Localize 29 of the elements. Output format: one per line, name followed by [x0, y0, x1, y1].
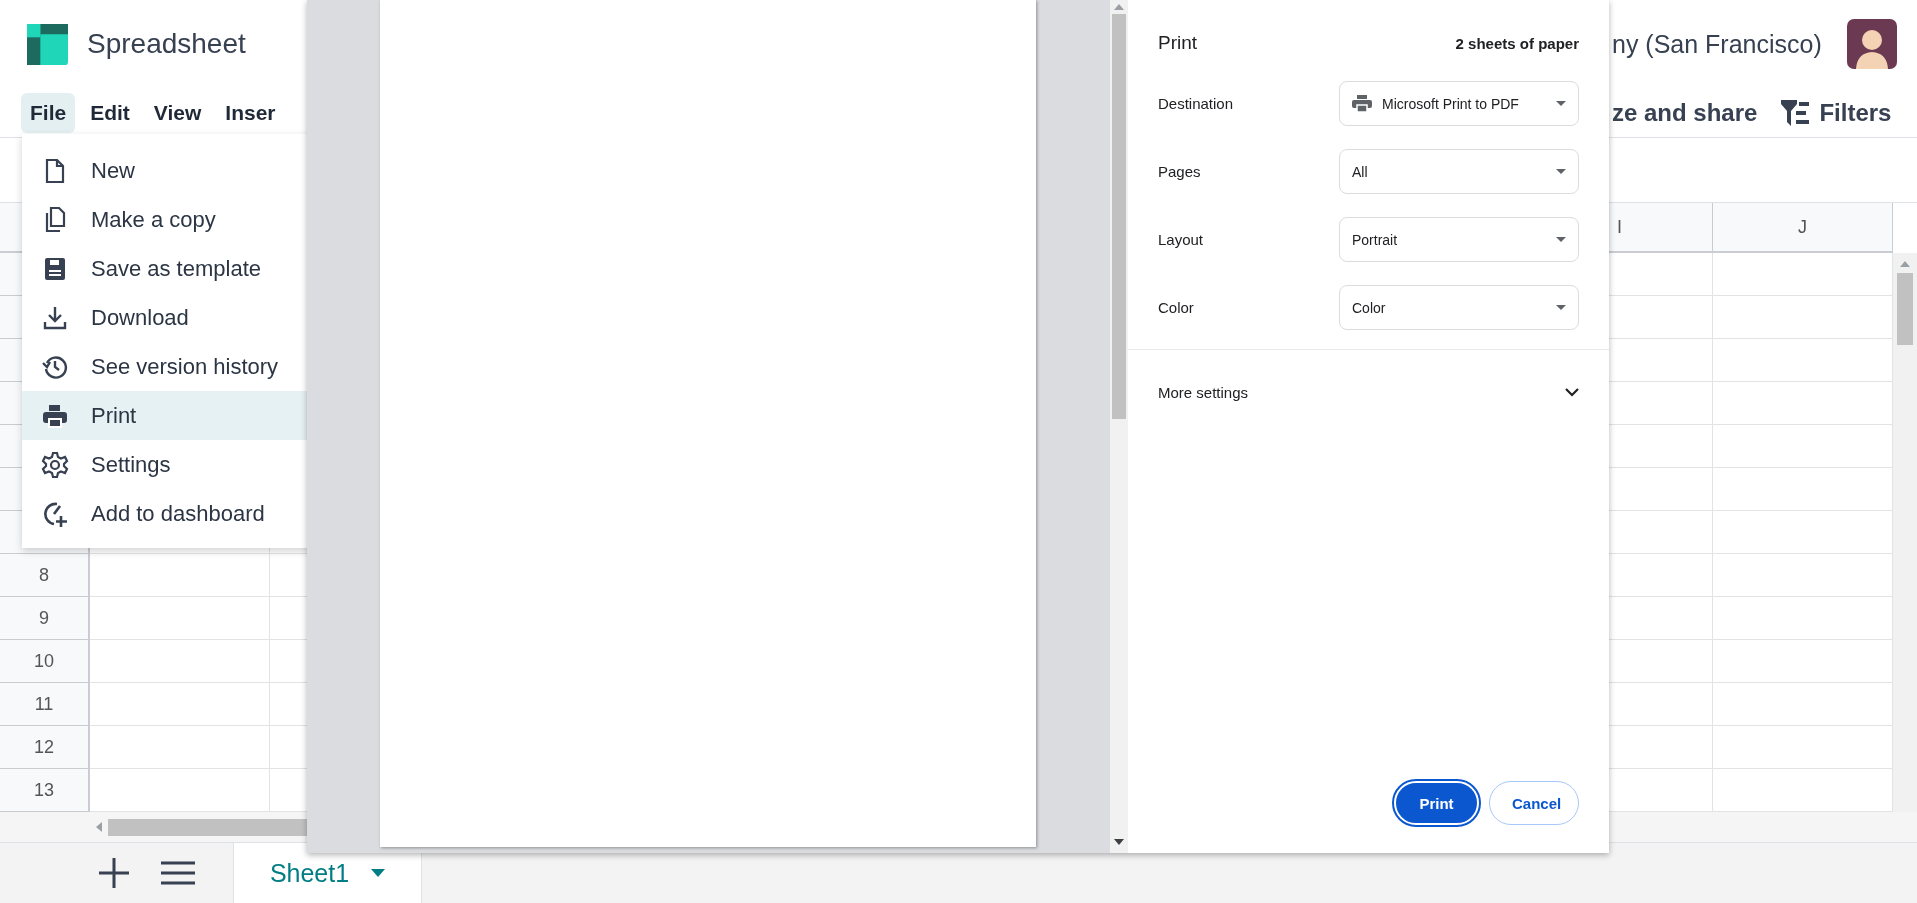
setting-label: Color: [1158, 299, 1194, 316]
setting-label: Layout: [1158, 231, 1204, 248]
dropdown[interactable]: Color: [1339, 285, 1579, 330]
setting-label: Destination: [1158, 95, 1234, 112]
row-number[interactable]: 11: [0, 683, 90, 726]
dropdown[interactable]: Portrait: [1339, 217, 1579, 262]
print-button[interactable]: Print: [1394, 781, 1479, 825]
setting-label: Pages: [1158, 163, 1201, 180]
cancel-button[interactable]: Cancel: [1489, 781, 1579, 825]
filters-button[interactable]: Filters: [1775, 97, 1898, 128]
row-number[interactable]: 13: [0, 769, 90, 812]
dropdown[interactable]: All: [1339, 149, 1579, 194]
menu-tab[interactable]: Inser: [216, 92, 285, 133]
column-header[interactable]: J: [1713, 203, 1893, 253]
more-settings-toggle[interactable]: More settings: [1158, 384, 1579, 401]
menu-tab[interactable]: View: [144, 92, 211, 133]
menu-tab[interactable]: Edit: [81, 92, 139, 133]
dropdown[interactable]: Microsoft Print to PDF: [1339, 81, 1579, 126]
company-name[interactable]: ny (San Francisco): [1612, 29, 1822, 59]
row-number[interactable]: 12: [0, 726, 90, 769]
row-number[interactable]: 9: [0, 597, 90, 640]
row-number[interactable]: 8: [0, 554, 90, 597]
menu-tab[interactable]: File: [21, 92, 76, 133]
app-title: Spreadsheet: [87, 28, 246, 60]
share-button[interactable]: ze and share: [1612, 98, 1758, 127]
dialog-title: Print: [1158, 32, 1198, 54]
sheet-count: 2 sheets of paper: [1455, 34, 1579, 52]
sheet-tab[interactable]: Sheet1: [233, 843, 422, 903]
row-number[interactable]: 10: [0, 640, 90, 683]
